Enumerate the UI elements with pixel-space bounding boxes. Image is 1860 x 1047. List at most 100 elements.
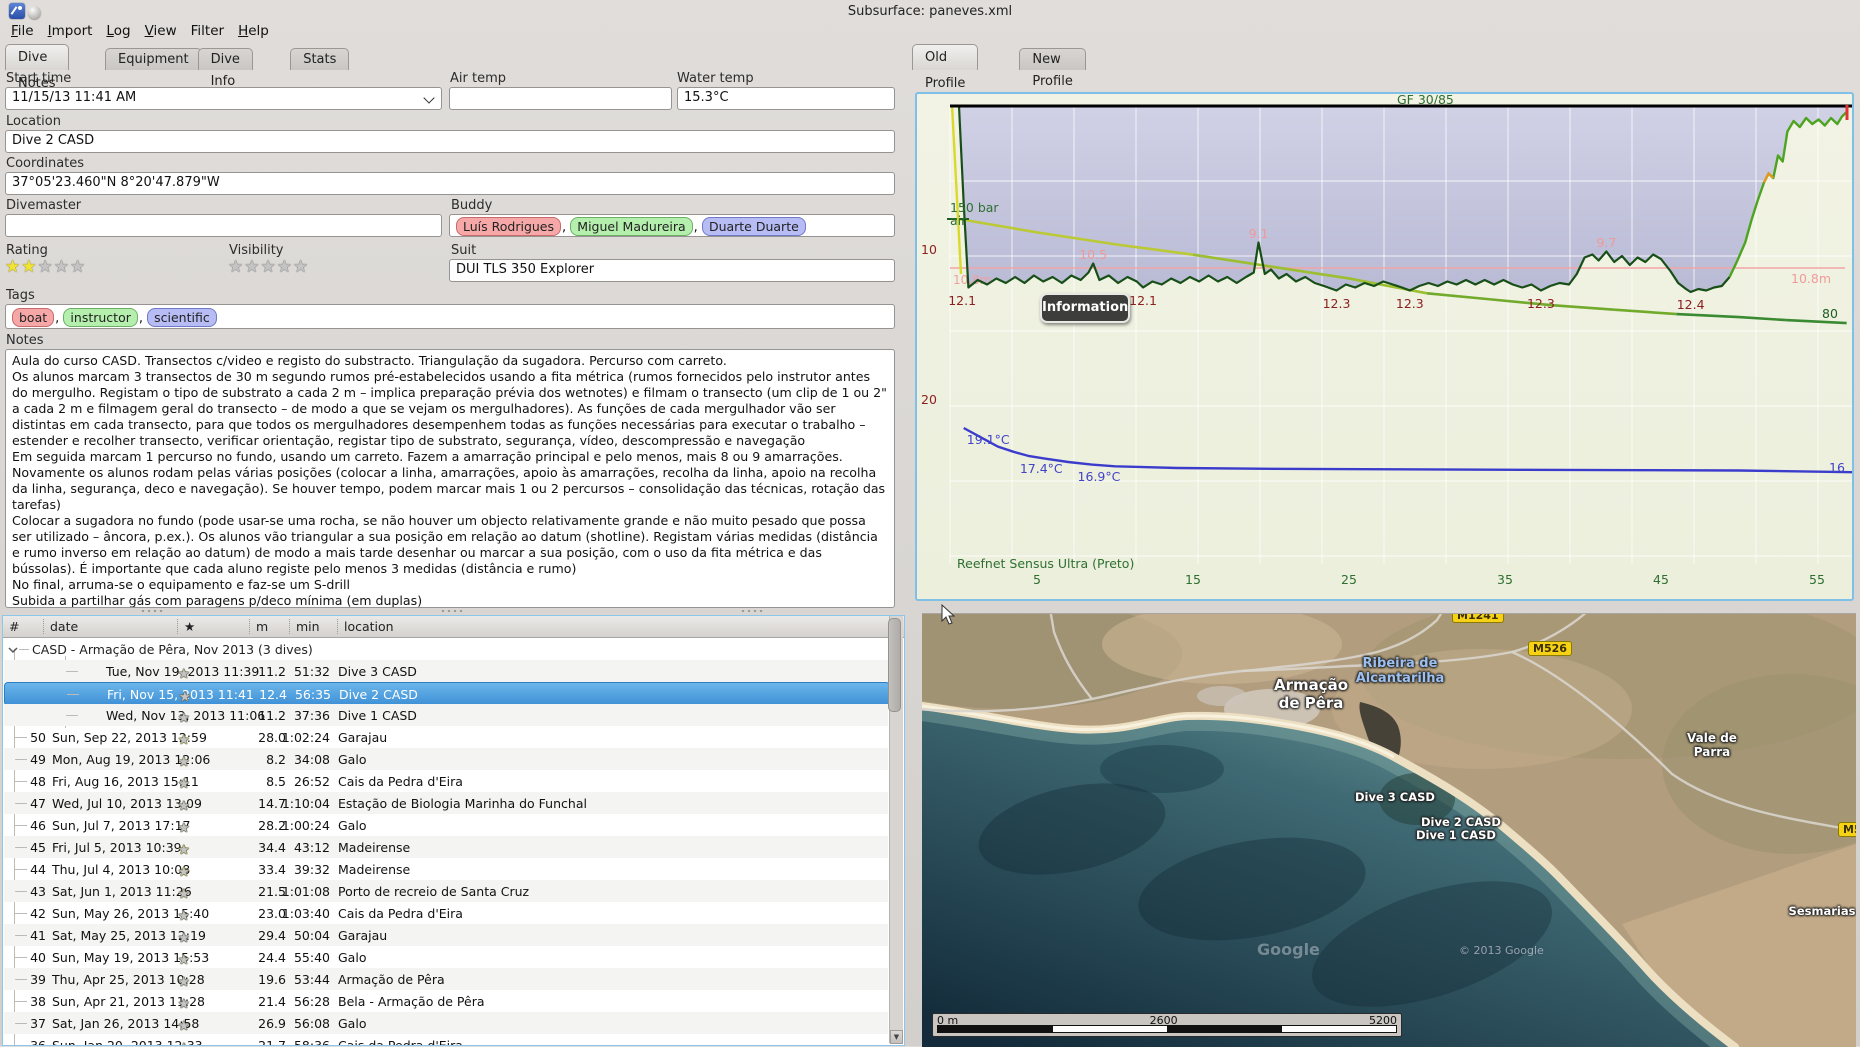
information-tooltip[interactable]: Information: [1040, 293, 1130, 323]
table-header[interactable]: # date ★ m min location: [3, 616, 904, 638]
tab-dive-notes[interactable]: Dive Notes: [5, 44, 69, 91]
depth-annotation: 12.4: [1676, 297, 1705, 312]
tag-pill[interactable]: boat: [12, 308, 55, 327]
map-scale-bar: 0 m 2600 5200: [932, 1013, 1402, 1037]
subsurface-window: { "window": { "title": "Subsurface: pane…: [0, 0, 1860, 1047]
splitter-handle[interactable]: [0, 609, 905, 613]
column-header-1[interactable]: date: [43, 619, 78, 634]
dive-map[interactable]: Armação de Pêra Ribeira de Alcantarilha Va…: [922, 613, 1856, 1047]
dive-list-scrollbar[interactable]: [888, 616, 903, 1043]
menu-view[interactable]: View: [145, 23, 177, 39]
scale-bar-segments: [937, 1025, 1397, 1033]
dive-row-47[interactable]: 47 Wed, Jul 10, 2013 13:09 ★ ★ ★ ★ ★ 14.7 1:10:0…: [4, 792, 888, 814]
buddy-input[interactable]: Luís Rodrigues, Miguel Madureira, Duarte…: [449, 214, 895, 237]
map-label-ribeira: Ribeira de Alcantarilha: [1355, 656, 1445, 686]
depth-annotation: 9.7: [1596, 234, 1617, 250]
dive-list-table: # date ★ m min location CASD - Armação de Pêra…: [2, 615, 905, 1046]
column-header-3[interactable]: m: [249, 619, 268, 634]
gf-label: GF 30/85: [1397, 92, 1454, 107]
depth-annotation: 12.3: [1395, 295, 1424, 311]
buddy-pill[interactable]: Miguel Madureira: [570, 217, 693, 236]
dive-row-50[interactable]: 50 Sun, Sep 22, 2013 12:59 ★ ★ ★ ★ ★ 28.0 1:02:2…: [4, 726, 888, 748]
mouse-cursor: [941, 604, 956, 625]
dive-profile-chart: 10.8m GF 30/85 150 bar air 10 20 80 10.8m 16 19.1…: [915, 92, 1854, 601]
dive-row-41[interactable]: 41 Sat, May 25, 2013 12:19 ★ ★ ★ ★ ★ 29.4 50:04 G…: [4, 924, 888, 946]
tag-pill[interactable]: instructor: [63, 308, 138, 327]
water-temp-input[interactable]: 15.3°C: [677, 87, 895, 110]
air-temp-label: Air temp: [450, 71, 506, 86]
map-copyright: © 2013 Google: [1459, 944, 1544, 957]
dive-row[interactable]: Fri, Nov 15, 2013 11:41 ★ ★ ★ ★ ★ 12.4 56:35 Div…: [4, 682, 890, 706]
menu-log[interactable]: Log: [106, 23, 130, 39]
map-label-armacao: Armação de Pêra: [1273, 676, 1349, 712]
dive-row-49[interactable]: 49 Mon, Aug 19, 2013 12:06 ★ ★ ★ ★ ★ 8.2 34:08 Ga…: [4, 748, 888, 770]
depth-tick: 20: [921, 392, 937, 407]
trip-group-row[interactable]: CASD - Armação de Pêra, Nov 2013 (3 dive…: [4, 638, 888, 660]
depth-annotation: 12.1: [1129, 292, 1157, 308]
column-header-5[interactable]: location: [337, 619, 394, 634]
dive-row-37[interactable]: 37 Sat, Jan 26, 2013 14:58 ★ ★ ★ ★ ★ 26.9 56:08 G…: [4, 1012, 888, 1034]
mean-depth-label: 10.8m: [1791, 271, 1832, 286]
dive-row-42[interactable]: 42 Sun, May 26, 2013 15:40 ★ ★ ★ ★ ★ 23.0 1:03:4…: [4, 902, 888, 924]
suit-label: Suit: [451, 243, 477, 258]
dive-row-45[interactable]: 45 Fri, Jul 5, 2013 10:39 ★ ★ ★ ★ ★ 34.4 43:12 Ma…: [4, 836, 888, 858]
dive-row-46[interactable]: 46 Sun, Jul 7, 2013 17:17 ★ ★ ★ ★ ★ 28.2 1:00:24…: [4, 814, 888, 836]
coordinates-label: Coordinates: [6, 156, 85, 171]
column-header-4[interactable]: min: [289, 619, 320, 634]
temp-label: 16.9°C: [1077, 469, 1121, 485]
dive-row-39[interactable]: 39 Thu, Apr 25, 2013 10:28 ★ ★ ★ ★ ★ 19.6 53:44 A…: [4, 968, 888, 990]
coordinates-input[interactable]: 37°05'23.460"N 8°20'47.879"W: [5, 172, 895, 195]
time-tick: 25: [1341, 572, 1357, 587]
tab-new-profile[interactable]: New Profile: [1019, 48, 1086, 89]
buddy-pill[interactable]: Duarte Duarte: [701, 217, 806, 236]
rating-stars[interactable]: ★★★★★: [5, 258, 86, 276]
depth-annotation: 12.1: [948, 292, 977, 308]
air-temp-input[interactable]: [449, 87, 672, 110]
divemaster-input[interactable]: [5, 214, 442, 237]
road-badge-m526r: M526: [1838, 822, 1856, 837]
tab-dive-info[interactable]: Dive Info: [197, 48, 253, 89]
visibility-stars[interactable]: ★★★★★: [228, 258, 309, 276]
location-input[interactable]: Dive 2 CASD: [5, 130, 895, 153]
suit-input[interactable]: DUI TLS 350 Explorer: [449, 259, 895, 282]
menu-help[interactable]: Help: [238, 23, 269, 39]
dive-row[interactable]: Tue, Nov 19, 2013 11:39 ★ ★ ★ ★ ★ 11.2 51:32 Div…: [4, 660, 888, 682]
dive-row-36[interactable]: 36Sun, Jan 20, 2013 12:33★★★★★21.758:36C…: [4, 1034, 888, 1045]
menu-import[interactable]: Import: [48, 23, 93, 39]
tab-equipment[interactable]: Equipment: [105, 48, 202, 70]
buddy-pill[interactable]: Luís Rodrigues: [456, 217, 562, 236]
time-tick: 5: [1033, 572, 1041, 587]
depth-annotation: 12.3: [1322, 295, 1351, 311]
notes-textarea[interactable]: Aula do curso CASD. Transectos c/video e…: [5, 349, 895, 608]
tag-pill[interactable]: scientific: [147, 308, 217, 327]
column-header-0[interactable]: #: [9, 619, 19, 634]
road-badge-m526: M526: [1528, 641, 1572, 656]
column-header-2[interactable]: ★: [177, 619, 195, 634]
depth-annotation: 12.3: [1526, 295, 1555, 311]
temp-label: 17.4°C: [1019, 460, 1063, 476]
water-temp-label: Water temp: [677, 71, 754, 86]
map-label-vale: Vale de Parra: [1687, 731, 1737, 759]
dive-row-43[interactable]: 43 Sat, Jun 1, 2013 11:26 ★ ★ ★ ★ ★ 21.5 1:01:08…: [4, 880, 888, 902]
tags-input[interactable]: boat, instructor, scientific: [5, 304, 895, 329]
depth-annotation: 10.5: [1079, 246, 1108, 262]
dive-row-40[interactable]: 40 Sun, May 19, 2013 15:53 ★ ★ ★ ★ ★ 24.4 55:40 G…: [4, 946, 888, 968]
dive-row-48[interactable]: 48 Fri, Aug 16, 2013 15:11 ★ ★ ★ ★ ★ 8.5 26:52 Ca…: [4, 770, 888, 792]
menu-file[interactable]: File: [11, 23, 34, 39]
location-label: Location: [6, 114, 61, 129]
start-time-input[interactable]: 11/15/13 11:41 AM: [5, 87, 442, 110]
scroll-down-button[interactable]: ▼: [890, 1030, 903, 1044]
dive-computer-label: Reefnet Sensus Ultra (Preto): [957, 556, 1135, 571]
dive-row[interactable]: Wed, Nov 13, 2013 11:06 ★ ★ ★ ★ ★ 11.2 37:36 Div…: [4, 704, 888, 726]
tab-old-profile[interactable]: Old Profile: [912, 44, 979, 91]
dive-row-44[interactable]: 44 Thu, Jul 4, 2013 10:08 ★ ★ ★ ★ ★ 33.4 39:32 Ma…: [4, 858, 888, 880]
divemaster-label: Divemaster: [6, 198, 82, 213]
dive-row-38[interactable]: 38 Sun, Apr 21, 2013 11:28 ★ ★ ★ ★ ★ 21.4 56:28 B…: [4, 990, 888, 1012]
gas-label: air: [950, 213, 967, 228]
temp-end-label: 16: [1829, 460, 1845, 475]
tab-stats[interactable]: Stats: [290, 48, 350, 70]
menu-filter[interactable]: Filter: [191, 23, 224, 39]
time-tick: 35: [1497, 572, 1513, 587]
visibility-label: Visibility: [229, 243, 284, 258]
scrollbar-thumb[interactable]: [888, 618, 901, 712]
